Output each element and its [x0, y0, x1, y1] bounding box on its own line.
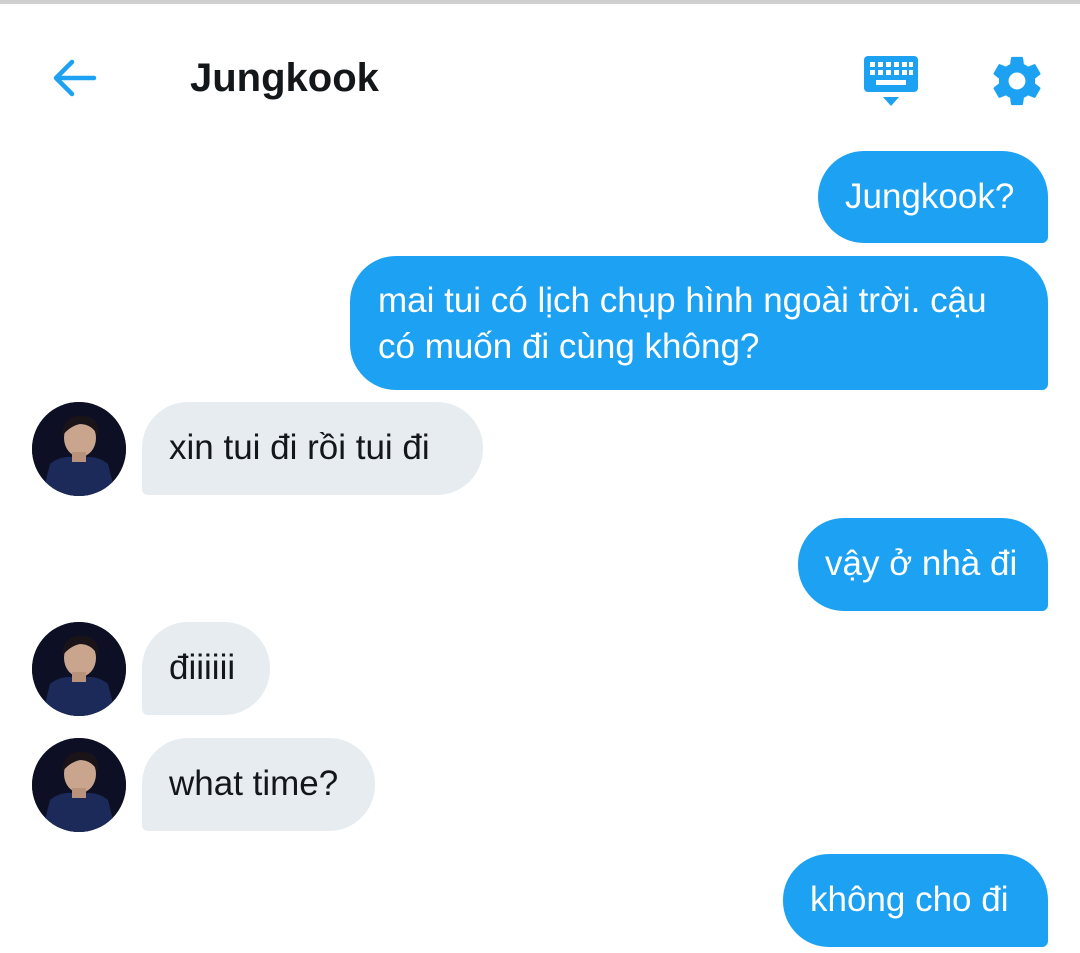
avatar-photo [32, 402, 126, 496]
message-text: không cho đi [810, 880, 1009, 919]
message-text: vậy ở nhà đi [825, 544, 1018, 583]
message-text-line-1: mai tui có lịch chụp hình ngoài trời. cậ… [378, 281, 987, 320]
outgoing-message-bubble[interactable]: mai tui có lịch chụp hình ngoài trời. cậ… [350, 256, 1048, 390]
contact-avatar[interactable] [32, 402, 126, 496]
message-text: what time? [169, 764, 339, 803]
outgoing-message-bubble[interactable]: vậy ở nhà đi [798, 518, 1048, 611]
arrow-left-icon [53, 59, 97, 97]
incoming-message-bubble[interactable]: xin tui đi rồi tui đi [142, 402, 483, 495]
contact-avatar[interactable] [32, 622, 126, 716]
contact-avatar[interactable] [32, 738, 126, 832]
avatar-photo [32, 622, 126, 716]
keyboard-icon [864, 56, 918, 106]
back-button[interactable] [48, 54, 100, 102]
incoming-message-bubble[interactable]: what time? [142, 738, 375, 831]
settings-button[interactable] [988, 52, 1046, 110]
message-text: điiiiii [169, 648, 236, 687]
outgoing-message-bubble[interactable]: không cho đi [783, 854, 1048, 947]
message-text-line-2: có muốn đi cùng không? [378, 327, 760, 366]
incoming-message-bubble[interactable]: điiiiii [142, 622, 270, 715]
message-text: Jungkook? [845, 177, 1015, 216]
avatar-photo [32, 738, 126, 832]
message-text: xin tui đi rồi tui đi [169, 428, 430, 467]
conversation-header: Jungkook [0, 4, 1080, 144]
conversation-title: Jungkook [190, 56, 379, 100]
gear-icon [993, 56, 1041, 106]
outgoing-message-bubble[interactable]: Jungkook? [818, 151, 1048, 243]
keyboard-toggle-button[interactable] [862, 54, 920, 108]
